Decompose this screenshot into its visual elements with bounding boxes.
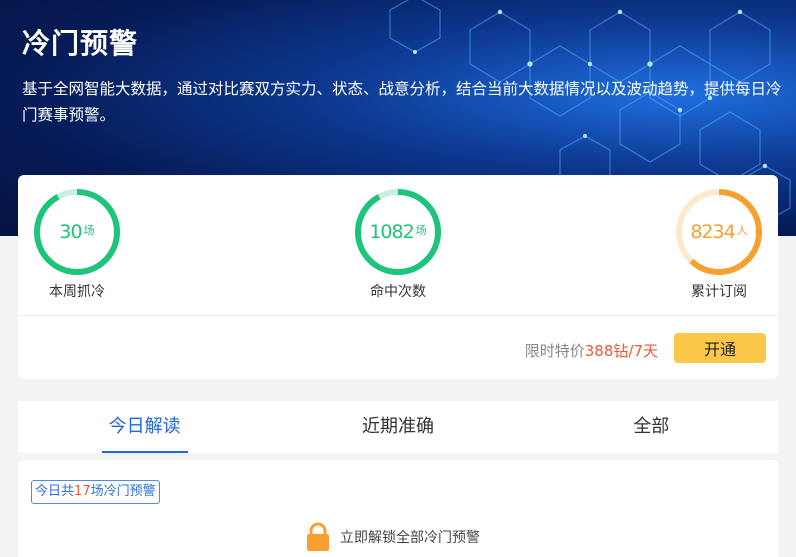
unlock-all-button[interactable]: 立即解锁全部冷门预警 bbox=[306, 522, 480, 552]
stat-value: 8234 bbox=[690, 221, 735, 243]
page-title: 冷门预警 bbox=[22, 27, 139, 60]
stat-label: 本周抓冷 bbox=[49, 284, 105, 300]
badge-prefix: 今日共 bbox=[35, 484, 75, 499]
promo-price-value: 388钻/7天 bbox=[584, 342, 658, 360]
promo-prefix: 限时特价 bbox=[524, 342, 585, 360]
stat-value: 30 bbox=[59, 221, 82, 243]
tab-all[interactable]: 全部 bbox=[525, 401, 778, 453]
badge-suffix: 场冷门预警 bbox=[90, 484, 156, 499]
stat-total-subscribers: 8234 人 累计订阅 bbox=[664, 187, 774, 301]
tab-bar: 今日解读 近期准确 全部 bbox=[18, 401, 778, 453]
subscribe-button[interactable]: 开通 bbox=[674, 333, 766, 363]
tab-recent-accuracy[interactable]: 近期准确 bbox=[271, 401, 524, 453]
stat-unit: 人 bbox=[736, 224, 748, 237]
tab-today[interactable]: 今日解读 bbox=[18, 401, 271, 453]
badge-count: 17 bbox=[74, 484, 91, 499]
stat-label: 命中次数 bbox=[370, 284, 426, 300]
divider bbox=[18, 315, 778, 316]
count-badge: 今日共17场冷门预警 bbox=[31, 480, 160, 504]
stat-weekly-upsets: 30 场 本周抓冷 bbox=[22, 187, 132, 301]
stat-label: 累计订阅 bbox=[691, 284, 747, 300]
lock-icon bbox=[307, 522, 329, 551]
promo-price: 限时特价388钻/7天 bbox=[525, 340, 658, 361]
stat-unit: 场 bbox=[83, 224, 95, 237]
stat-value: 1082 bbox=[369, 221, 414, 243]
stat-unit: 场 bbox=[415, 224, 427, 237]
page-description: 基于全网智能大数据，通过对比赛双方实力、状态、战意分析，结合当前大数据情况以及波… bbox=[22, 80, 782, 124]
content-panel: 今日共17场冷门预警 立即解锁全部冷门预警 bbox=[18, 460, 778, 557]
stats-card: 30 场 本周抓冷 1082 场 命中次数 8234 人 累计订阅 限时特价38… bbox=[18, 175, 778, 379]
stat-hit-count: 1082 场 命中次数 bbox=[343, 187, 453, 301]
unlock-text: 立即解锁全部冷门预警 bbox=[340, 530, 480, 546]
